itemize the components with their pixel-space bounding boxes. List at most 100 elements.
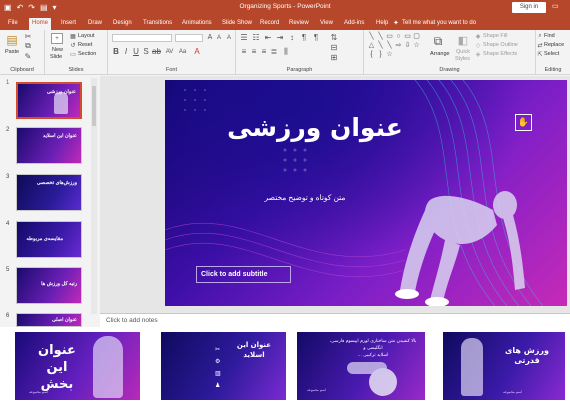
find-button[interactable]: Find [544,33,555,39]
slide-title[interactable]: عنوان ورزشی [215,113,415,142]
slide-thumbnail-4[interactable]: مقایسه‌ی مربوطه [16,221,82,258]
rectangle-shape-icon[interactable]: ▭ [403,32,412,41]
line-shape-icon[interactable]: ╲ [376,32,385,41]
thumbnails-scroll-thumb[interactable] [92,86,96,126]
tab-home[interactable]: Home [29,18,52,30]
current-slide[interactable]: ✋ عنوان ورزشی متن کوتاه و توضیح مختصر Cl… [165,80,567,306]
decrease-indent-icon[interactable]: ⇤ [264,33,272,42]
numbering-icon[interactable]: ☷ [252,33,260,42]
shape-outline-icon[interactable]: ◇ [475,42,481,49]
font-color-icon[interactable]: A [193,47,201,56]
columns-icon[interactable]: ⫼ [282,47,290,56]
line-spacing-icon[interactable]: ↕ [288,33,296,42]
notes-placeholder[interactable]: Click to add notes [106,317,158,324]
smartart-icon[interactable]: ⊞ [330,53,338,62]
layout-button[interactable]: Layout [78,33,95,39]
copy-icon[interactable]: ⧉ [24,41,32,50]
bullets-icon[interactable]: ☰ [240,33,248,42]
tab-draw[interactable]: Draw [85,18,105,30]
text-direction-icon[interactable]: ⇅ [330,33,338,42]
shape-effects-icon[interactable]: ◈ [475,51,481,58]
tab-view[interactable]: View [317,18,336,30]
shape-fill-icon[interactable]: ◆ [475,33,481,40]
tab-slide-show[interactable]: Slide Show [219,18,255,30]
subtitle-placeholder[interactable]: Click to add subtitle [196,266,291,283]
tab-review[interactable]: Review [286,18,312,30]
slide-thumbnail-2[interactable]: عنوان این اسلاید [16,127,82,164]
arrange-icon[interactable]: ⧉ [430,33,446,49]
brace-shape-icon[interactable]: } [376,50,385,59]
decrease-font-icon[interactable]: A [215,33,223,42]
select-icon[interactable]: ⇱ [537,51,543,58]
slide-thumbnail-6[interactable]: عنوان اصلی [16,313,82,327]
new-slide-button[interactable]: New [52,47,63,53]
tell-me-search[interactable]: Tell me what you want to do [402,18,476,29]
change-case-icon[interactable]: Aa [178,47,187,56]
new-slide-icon[interactable]: + [51,33,63,44]
ribbon-display-icon[interactable]: ▭ [552,2,559,10]
tab-transitions[interactable]: Transitions [140,18,175,30]
quick-styles-button[interactable]: Quick [456,49,470,55]
clear-formatting-icon[interactable]: A [225,33,233,42]
section-icon[interactable]: ▭ [70,51,76,58]
font-size-combo[interactable] [175,34,203,42]
arrow-shape-icon[interactable]: ⇨ [394,41,403,50]
justify-icon[interactable]: ≣ [270,47,278,56]
font-family-combo[interactable] [112,34,172,42]
slide-subtitle-text[interactable]: متن کوتاه و توضیح مختصر [225,193,385,202]
replace-button[interactable]: Replace [544,42,564,48]
new-slide-button-line2[interactable]: Slide [50,54,62,60]
shape-outline-button[interactable]: Shape Outline [483,42,518,48]
replace-icon[interactable]: ⇄ [537,42,543,49]
shapes-gallery[interactable]: ╲ ╲ ▭ ○ ▭ ▢ △ ╲ ╲ ⇨ ⇩ ☆ { } ☆ [367,32,425,60]
tab-animations[interactable]: Animations [179,18,215,30]
brace-shape-icon[interactable]: { [367,50,376,59]
shape-fill-button[interactable]: Shape Fill [483,33,507,39]
tab-help[interactable]: Help [373,18,391,30]
star-shape-icon[interactable]: ☆ [385,50,394,59]
triangle-shape-icon[interactable]: △ [367,41,376,50]
bold-icon[interactable]: B [112,47,120,56]
tab-file[interactable]: File [5,18,21,30]
shape-effects-button[interactable]: Shape Effects [483,51,517,57]
layout-icon[interactable]: ▦ [70,33,76,40]
increase-font-icon[interactable]: A [206,33,214,42]
star-shape-icon[interactable]: ☆ [412,41,421,50]
quick-styles-button-line2[interactable]: Styles [455,56,470,62]
reset-button[interactable]: Reset [78,42,92,48]
line-shape-icon[interactable]: ╲ [385,41,394,50]
align-left-icon[interactable]: ≡ [240,47,248,56]
align-center-icon[interactable]: ≡ [250,47,258,56]
slide-thumbnail-5[interactable]: رتبه کل ورزش ها [16,267,82,304]
tab-design[interactable]: Design [110,18,135,30]
paste-button[interactable]: Paste [5,49,19,55]
oval-shape-icon[interactable]: ○ [394,32,403,41]
notes-pane[interactable]: Click to add notes [100,313,570,327]
line-shape-icon[interactable]: ╲ [376,41,385,50]
tab-add-ins[interactable]: Add-ins [341,18,367,30]
ltr-icon[interactable]: ¶ [312,33,320,42]
rectangle-shape-icon[interactable]: ▭ [385,32,394,41]
line-shape-icon[interactable]: ╲ [367,32,376,41]
underline-icon[interactable]: U [132,47,140,56]
format-painter-icon[interactable]: ✎ [24,52,32,61]
find-icon[interactable]: ⌕ [537,33,543,39]
strikethrough-icon[interactable]: ab [152,47,161,56]
arrange-button[interactable]: Arrange [430,51,450,57]
increase-indent-icon[interactable]: ⇥ [276,33,284,42]
select-button[interactable]: Select [544,51,559,57]
paste-icon[interactable]: ▤ [5,33,19,47]
cut-icon[interactable]: ✂ [24,32,32,41]
character-spacing-icon[interactable]: AV [165,47,174,56]
slide-thumbnail-3[interactable]: ورزش‌های تخصصی [16,174,82,211]
reset-icon[interactable]: ↺ [70,42,76,49]
tab-record[interactable]: Record [257,18,282,30]
section-button[interactable]: Section [78,51,96,57]
slide-thumbnail-1[interactable]: عنوان ورزشی [16,82,82,119]
italic-icon[interactable]: I [122,47,130,56]
rounded-rectangle-shape-icon[interactable]: ▢ [412,32,421,41]
rtl-icon[interactable]: ¶ [300,33,308,42]
tab-insert[interactable]: Insert [58,18,79,30]
align-right-icon[interactable]: ≡ [260,47,268,56]
arrow-shape-icon[interactable]: ⇩ [403,41,412,50]
